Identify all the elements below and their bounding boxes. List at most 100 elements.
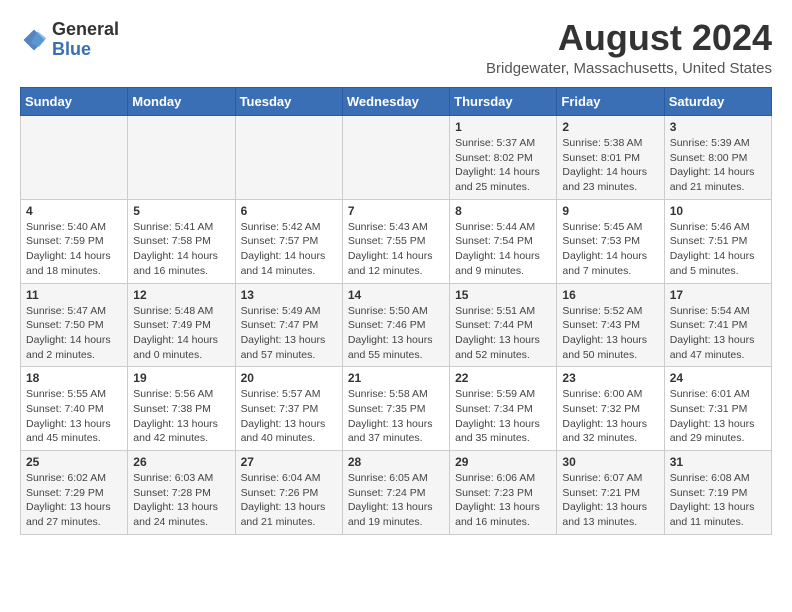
- day-number: 1: [455, 120, 551, 134]
- day-info: Sunrise: 6:04 AMSunset: 7:26 PMDaylight:…: [241, 471, 337, 530]
- day-info: Sunrise: 5:57 AMSunset: 7:37 PMDaylight:…: [241, 387, 337, 446]
- day-number: 24: [670, 371, 766, 385]
- calendar-cell: [128, 116, 235, 200]
- day-number: 27: [241, 455, 337, 469]
- calendar-cell: 19Sunrise: 5:56 AMSunset: 7:38 PMDayligh…: [128, 367, 235, 451]
- day-info: Sunrise: 6:02 AMSunset: 7:29 PMDaylight:…: [26, 471, 122, 530]
- col-saturday: Saturday: [664, 88, 771, 116]
- day-number: 14: [348, 288, 444, 302]
- calendar-cell: [21, 116, 128, 200]
- day-info: Sunrise: 5:37 AMSunset: 8:02 PMDaylight:…: [455, 136, 551, 195]
- day-info: Sunrise: 5:54 AMSunset: 7:41 PMDaylight:…: [670, 304, 766, 363]
- day-info: Sunrise: 5:42 AMSunset: 7:57 PMDaylight:…: [241, 220, 337, 279]
- calendar-cell: 12Sunrise: 5:48 AMSunset: 7:49 PMDayligh…: [128, 283, 235, 367]
- day-info: Sunrise: 5:56 AMSunset: 7:38 PMDaylight:…: [133, 387, 229, 446]
- calendar-cell: 8Sunrise: 5:44 AMSunset: 7:54 PMDaylight…: [450, 199, 557, 283]
- day-info: Sunrise: 6:03 AMSunset: 7:28 PMDaylight:…: [133, 471, 229, 530]
- logo-general-text: General: [52, 20, 119, 40]
- day-info: Sunrise: 5:40 AMSunset: 7:59 PMDaylight:…: [26, 220, 122, 279]
- day-info: Sunrise: 6:08 AMSunset: 7:19 PMDaylight:…: [670, 471, 766, 530]
- location-subtitle: Bridgewater, Massachusetts, United State…: [486, 60, 772, 77]
- calendar-cell: 1 Sunrise: 5:37 AMSunset: 8:02 PMDaylight…: [450, 116, 557, 200]
- calendar-cell: 16 Sunrise: 5:52 AMSunset: 7:43 PMDayligh…: [557, 283, 664, 367]
- day-info: Sunrise: 6:07 AMSunset: 7:21 PMDaylight:…: [562, 471, 658, 530]
- header-row: Sunday Monday Tuesday Wednesday Thursday…: [21, 88, 772, 116]
- logo-icon: [20, 26, 48, 54]
- calendar-cell: 14 Sunrise: 5:50 AMSunset: 7:46 PMDayligh…: [342, 283, 449, 367]
- day-info: Sunrise: 6:06 AMSunset: 7:23 PMDaylight:…: [455, 471, 551, 530]
- col-friday: Friday: [557, 88, 664, 116]
- day-number: 2: [562, 120, 658, 134]
- calendar-cell: [342, 116, 449, 200]
- calendar-header: Sunday Monday Tuesday Wednesday Thursday…: [21, 88, 772, 116]
- calendar-cell: 24Sunrise: 6:01 AMSunset: 7:31 PMDayligh…: [664, 367, 771, 451]
- day-number: 16: [562, 288, 658, 302]
- day-number: 12: [133, 288, 229, 302]
- calendar-week-2: 4Sunrise: 5:40 AMSunset: 7:59 PMDaylight…: [21, 199, 772, 283]
- day-number: 3: [670, 120, 766, 134]
- calendar-week-1: 1 Sunrise: 5:37 AMSunset: 8:02 PMDaylight…: [21, 116, 772, 200]
- page-container: General Blue August 2024 Bridgewater, Ma…: [20, 20, 772, 535]
- day-info: Sunrise: 5:47 AMSunset: 7:50 PMDaylight:…: [26, 304, 122, 363]
- day-number: 5: [133, 204, 229, 218]
- calendar-cell: [235, 116, 342, 200]
- calendar-cell: 29 Sunrise: 6:06 AMSunset: 7:23 PMDayligh…: [450, 451, 557, 535]
- day-number: 7: [348, 204, 444, 218]
- calendar-body: 1 Sunrise: 5:37 AMSunset: 8:02 PMDaylight…: [21, 116, 772, 535]
- calendar-week-3: 11 Sunrise: 5:47 AMSunset: 7:50 PMDayligh…: [21, 283, 772, 367]
- calendar-cell: 15 Sunrise: 5:51 AMSunset: 7:44 PMDayligh…: [450, 283, 557, 367]
- day-info: Sunrise: 5:51 AMSunset: 7:44 PMDaylight:…: [455, 304, 551, 363]
- day-number: 15: [455, 288, 551, 302]
- calendar-cell: 18Sunrise: 5:55 AMSunset: 7:40 PMDayligh…: [21, 367, 128, 451]
- day-number: 6: [241, 204, 337, 218]
- col-thursday: Thursday: [450, 88, 557, 116]
- day-number: 18: [26, 371, 122, 385]
- calendar-cell: 31Sunrise: 6:08 AMSunset: 7:19 PMDayligh…: [664, 451, 771, 535]
- col-wednesday: Wednesday: [342, 88, 449, 116]
- calendar-cell: 22Sunrise: 5:59 AMSunset: 7:34 PMDayligh…: [450, 367, 557, 451]
- calendar-cell: 5 Sunrise: 5:41 AMSunset: 7:58 PMDaylight…: [128, 199, 235, 283]
- calendar-cell: 2 Sunrise: 5:38 AMSunset: 8:01 PMDaylight…: [557, 116, 664, 200]
- logo: General Blue: [20, 20, 119, 60]
- calendar-cell: 30 Sunrise: 6:07 AMSunset: 7:21 PMDayligh…: [557, 451, 664, 535]
- calendar-week-5: 25 Sunrise: 6:02 AMSunset: 7:29 PMDayligh…: [21, 451, 772, 535]
- calendar-cell: 3Sunrise: 5:39 AMSunset: 8:00 PMDaylight…: [664, 116, 771, 200]
- col-tuesday: Tuesday: [235, 88, 342, 116]
- day-info: Sunrise: 5:41 AMSunset: 7:58 PMDaylight:…: [133, 220, 229, 279]
- day-info: Sunrise: 5:59 AMSunset: 7:34 PMDaylight:…: [455, 387, 551, 446]
- title-area: August 2024 Bridgewater, Massachusetts, …: [486, 20, 772, 77]
- calendar-cell: 21Sunrise: 5:58 AMSunset: 7:35 PMDayligh…: [342, 367, 449, 451]
- day-number: 20: [241, 371, 337, 385]
- day-number: 11: [26, 288, 122, 302]
- header: General Blue August 2024 Bridgewater, Ma…: [20, 20, 772, 77]
- month-year-title: August 2024: [486, 20, 772, 56]
- day-number: 26: [133, 455, 229, 469]
- day-info: Sunrise: 5:45 AMSunset: 7:53 PMDaylight:…: [562, 220, 658, 279]
- day-info: Sunrise: 5:38 AMSunset: 8:01 PMDaylight:…: [562, 136, 658, 195]
- day-info: Sunrise: 5:44 AMSunset: 7:54 PMDaylight:…: [455, 220, 551, 279]
- calendar-cell: 28Sunrise: 6:05 AMSunset: 7:24 PMDayligh…: [342, 451, 449, 535]
- day-number: 25: [26, 455, 122, 469]
- logo-blue-text: Blue: [52, 40, 119, 60]
- day-number: 23: [562, 371, 658, 385]
- col-sunday: Sunday: [21, 88, 128, 116]
- day-info: Sunrise: 5:50 AMSunset: 7:46 PMDaylight:…: [348, 304, 444, 363]
- day-info: Sunrise: 6:00 AMSunset: 7:32 PMDaylight:…: [562, 387, 658, 446]
- calendar-table: Sunday Monday Tuesday Wednesday Thursday…: [20, 87, 772, 535]
- calendar-cell: 13Sunrise: 5:49 AMSunset: 7:47 PMDayligh…: [235, 283, 342, 367]
- day-info: Sunrise: 6:05 AMSunset: 7:24 PMDaylight:…: [348, 471, 444, 530]
- calendar-week-4: 18Sunrise: 5:55 AMSunset: 7:40 PMDayligh…: [21, 367, 772, 451]
- day-number: 10: [670, 204, 766, 218]
- calendar-cell: 17Sunrise: 5:54 AMSunset: 7:41 PMDayligh…: [664, 283, 771, 367]
- day-number: 30: [562, 455, 658, 469]
- day-info: Sunrise: 5:52 AMSunset: 7:43 PMDaylight:…: [562, 304, 658, 363]
- calendar-cell: 4Sunrise: 5:40 AMSunset: 7:59 PMDaylight…: [21, 199, 128, 283]
- calendar-cell: 11 Sunrise: 5:47 AMSunset: 7:50 PMDayligh…: [21, 283, 128, 367]
- day-info: Sunrise: 5:58 AMSunset: 7:35 PMDaylight:…: [348, 387, 444, 446]
- calendar-cell: 9 Sunrise: 5:45 AMSunset: 7:53 PMDaylight…: [557, 199, 664, 283]
- calendar-cell: 7Sunrise: 5:43 AMSunset: 7:55 PMDaylight…: [342, 199, 449, 283]
- day-number: 29: [455, 455, 551, 469]
- calendar-cell: 27 Sunrise: 6:04 AMSunset: 7:26 PMDayligh…: [235, 451, 342, 535]
- day-number: 9: [562, 204, 658, 218]
- col-monday: Monday: [128, 88, 235, 116]
